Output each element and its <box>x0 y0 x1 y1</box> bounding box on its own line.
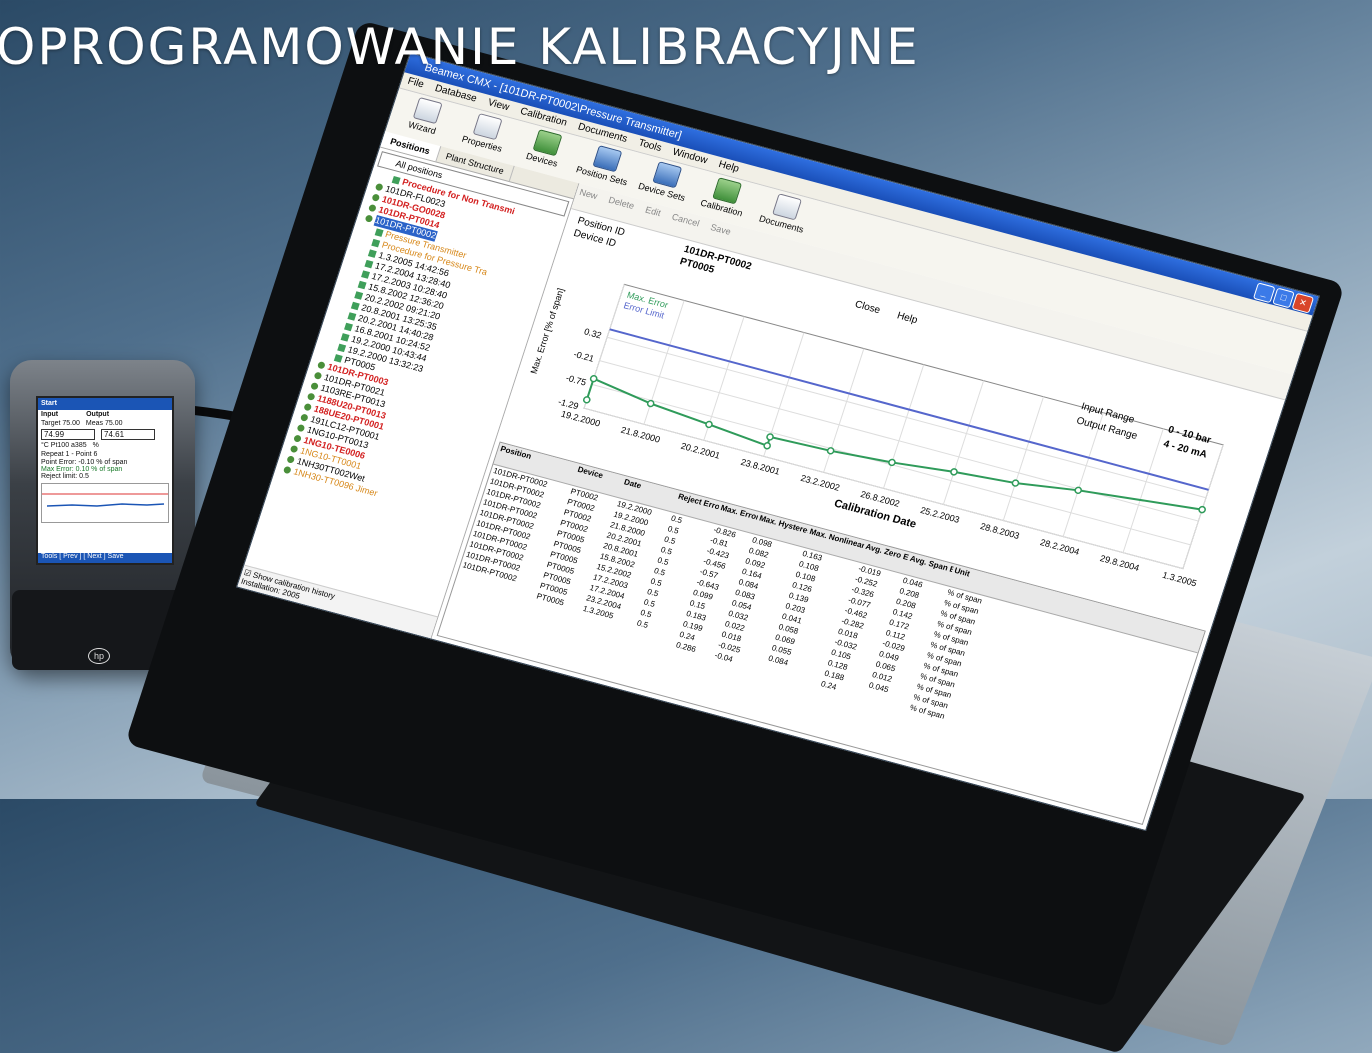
x-tick-label: 1.3.2005 <box>1161 570 1198 589</box>
tree-node-icon <box>296 423 306 433</box>
position-sets-icon <box>592 145 623 173</box>
pda-input-field[interactable]: 74.99 <box>41 429 95 440</box>
tree-node-icon <box>361 270 370 279</box>
pda-line1: Repeat 1 - Point 6 <box>41 451 98 458</box>
pda-line4: Reject limit: 0.5 <box>41 473 89 480</box>
x-tick-label: 29.8.2004 <box>1099 553 1141 573</box>
tree-node-icon <box>313 371 323 380</box>
tree-node-icon <box>371 193 381 202</box>
tree-node-icon <box>303 402 313 412</box>
pda-output-field[interactable]: 74.61 <box>101 429 155 440</box>
tree-node-icon <box>374 182 384 192</box>
tree-node-icon <box>347 312 357 321</box>
edit-button[interactable]: Edit <box>641 205 662 228</box>
tree-node-icon <box>333 354 343 363</box>
pda-screen: Start Input Output Target 75.00 Meas 75.00… <box>36 396 174 565</box>
tree-node-icon <box>310 381 320 391</box>
tree-node-icon <box>340 333 350 342</box>
x-tick-label: 23.8.2001 <box>739 457 781 477</box>
calibration-icon <box>712 177 743 205</box>
tree-node-icon <box>316 360 326 370</box>
page-headline: OPROGRAMOWANIE KALIBRACYJNE <box>0 18 920 76</box>
hp-logo: hp <box>88 648 110 664</box>
x-tick-label: 28.2.2004 <box>1039 537 1081 557</box>
tree-node-icon <box>357 280 367 290</box>
tree-node-icon <box>364 214 374 223</box>
tree-node-icon <box>282 465 292 475</box>
check-icon <box>391 176 401 185</box>
x-tick-label: 21.8.2000 <box>620 425 662 445</box>
pda-meas: Meas 75.00 <box>85 420 123 427</box>
pda-title: Start <box>38 398 172 410</box>
cancel-button[interactable]: Cancel <box>668 212 701 238</box>
tree-node-icon <box>306 392 316 401</box>
pda-col-output: Output <box>86 411 110 418</box>
tree-node-icon <box>364 259 374 269</box>
wizard-icon <box>412 96 443 125</box>
tree-node-icon <box>289 444 299 454</box>
pda-line3: Max Error: 0.10 % of span <box>41 466 123 473</box>
tree-node-icon <box>337 343 347 353</box>
y-tick-label: 0.32 <box>583 326 603 340</box>
pda-units-input: °C Pt100 a385 <box>41 442 87 449</box>
check-icon <box>371 238 381 248</box>
x-tick-label: 23.2.2002 <box>799 473 841 493</box>
tree-node-icon <box>299 413 309 422</box>
pda-line2: Point Error: -0.10 % of span <box>41 459 128 466</box>
pda-command-bar[interactable]: Tools [ Prev ] [ Next ] Save <box>38 553 172 563</box>
delete-button[interactable]: Delete <box>604 195 635 221</box>
tree-node-icon <box>350 301 360 311</box>
y-tick-label: -0.21 <box>572 349 595 364</box>
tree-node-icon <box>374 228 384 237</box>
tree-node-icon <box>354 291 364 300</box>
tree-node-icon <box>293 434 302 443</box>
save-button[interactable]: Save <box>706 222 732 246</box>
x-tick-label: 19.2.2000 <box>560 409 602 429</box>
tree-node-icon <box>367 203 377 213</box>
new-button[interactable]: New <box>575 187 598 211</box>
x-tick-label: 28.8.2003 <box>979 521 1021 541</box>
y-tick-label: -1.29 <box>557 397 580 412</box>
pda-units-output: % <box>92 442 99 449</box>
x-tick-label: 25.2.2003 <box>919 505 961 525</box>
tree-node-icon <box>344 322 353 332</box>
y-tick-label: -0.75 <box>565 373 588 388</box>
printer-icon <box>772 193 803 221</box>
properties-icon <box>472 113 503 141</box>
close-icon[interactable]: ✕ <box>1291 292 1315 314</box>
pda-target: Target 75.00 <box>41 420 80 427</box>
tree-node-icon <box>367 249 377 258</box>
devices-icon <box>532 129 563 157</box>
pda-mini-chart <box>41 483 169 523</box>
tree-node-icon <box>286 455 296 464</box>
device-sets-icon <box>652 161 683 189</box>
x-tick-label: 20.2.2001 <box>680 441 722 461</box>
pda-col-input: Input <box>41 411 59 418</box>
